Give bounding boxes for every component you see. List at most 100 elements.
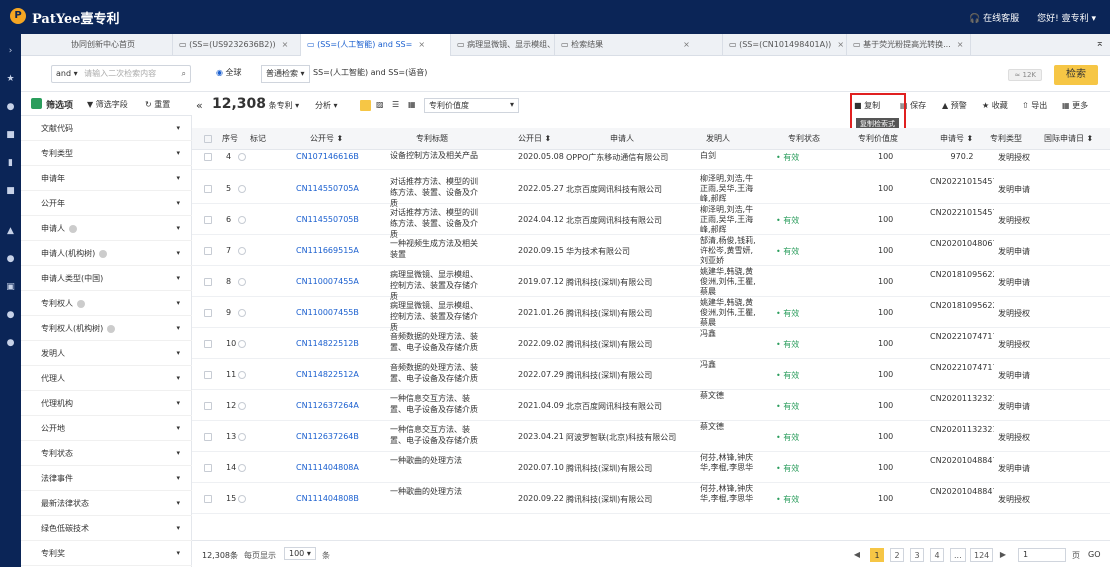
online-support-link[interactable]: 🎧 在线客服 <box>969 11 1019 24</box>
tab-results[interactable]: ▭ 检索结果 × <box>555 34 723 56</box>
grid-view-icon[interactable]: ▦ <box>408 100 416 109</box>
tab-search-3[interactable]: ▭ 病理显微镜、显示模组、× <box>451 34 555 56</box>
close-icon[interactable]: × <box>282 40 289 49</box>
list-view-icon[interactable] <box>360 100 371 111</box>
close-icon[interactable]: × <box>683 40 690 49</box>
chevron-down-icon[interactable]: ▾ <box>176 466 180 491</box>
export-button[interactable]: ⇧ 导出 <box>1022 100 1047 111</box>
scope-global[interactable]: ◉ 全球 <box>216 67 242 78</box>
sidebar-item[interactable]: 专利权人 ▾ <box>21 291 192 316</box>
row-checkbox[interactable] <box>204 464 212 472</box>
mark-icon[interactable] <box>238 309 246 317</box>
chevron-down-icon[interactable]: ▾ <box>176 166 180 191</box>
mark-icon[interactable] <box>238 216 246 224</box>
tab-search-1[interactable]: ▭ (SS=(US9232636B2)) × <box>173 34 301 56</box>
table-row[interactable]: 13 CN112637264B 一种信息交互方法、装置、电子设备及存储介质 2023.… <box>192 421 1110 452</box>
image-view-icon[interactable]: ▨ <box>376 100 384 109</box>
detail-view-icon[interactable]: ☰ <box>392 100 399 109</box>
help-icon[interactable] <box>107 324 116 333</box>
sidebar-item[interactable]: 专利权人(机构树) ▾ <box>21 316 192 341</box>
table-row[interactable]: 12 CN112637264A 一种信息交互方法、装置、电子设备及存储介质 2021.… <box>192 390 1110 421</box>
chevron-down-icon[interactable]: ▾ <box>176 391 180 416</box>
patent-title-link[interactable]: 一种视频生成方法及相关装置 <box>390 238 480 260</box>
page-3[interactable]: 3 <box>910 548 924 562</box>
patent-title-link[interactable]: 一种歌曲的处理方法 <box>390 455 480 466</box>
mark-icon[interactable] <box>238 433 246 441</box>
publication-number-link[interactable]: CN111404808B <box>296 494 359 503</box>
sidebar-item[interactable]: 法律事件 ▾ <box>21 466 192 491</box>
chevron-down-icon[interactable]: ▾ <box>176 316 180 341</box>
publication-number-link[interactable]: CN114822512B <box>296 339 359 348</box>
chevron-down-icon[interactable]: ▾ <box>176 216 180 241</box>
publication-number-link[interactable]: CN112637264A <box>296 401 359 410</box>
bell-icon[interactable]: ▲ <box>5 226 16 237</box>
col-pub-date[interactable]: 公开日 ⬍ <box>518 128 551 150</box>
filter-reset-button[interactable]: ↻ 重置 <box>145 99 170 110</box>
chevron-down-icon[interactable]: ▾ <box>176 366 180 391</box>
tab-overflow-icon[interactable]: ⌅ <box>1096 38 1104 49</box>
col-intl-date[interactable]: 国际申请日 ⬍ <box>1044 128 1093 150</box>
row-checkbox[interactable] <box>204 247 212 255</box>
select-all-checkbox[interactable] <box>204 135 212 143</box>
sidebar-item[interactable]: 专利状态 ▾ <box>21 441 192 466</box>
chevron-down-icon[interactable]: ▾ <box>176 541 180 566</box>
row-checkbox[interactable] <box>204 278 212 286</box>
mark-icon[interactable] <box>238 495 246 503</box>
page-4[interactable]: 4 <box>930 548 944 562</box>
publication-number-link[interactable]: CN107146616B <box>296 152 359 161</box>
mark-icon[interactable] <box>238 340 246 348</box>
collapse-icon[interactable]: « <box>196 99 203 112</box>
chevron-down-icon[interactable]: ▾ <box>176 441 180 466</box>
sidebar-item[interactable]: 专利类型 ▾ <box>21 141 192 166</box>
app-logo[interactable]: PatYee壹专利 <box>32 8 120 27</box>
secondary-search-input[interactable]: and ▾ 请输入二次检索内容 ⌕ <box>51 65 191 83</box>
publication-number-link[interactable]: CN114822512A <box>296 370 359 379</box>
mark-icon[interactable] <box>238 371 246 379</box>
sort-select[interactable]: 专利价值度 ▾ <box>424 98 519 113</box>
star-icon[interactable]: ★ <box>5 74 16 85</box>
lock-icon[interactable]: ■ <box>5 186 16 197</box>
patent-title-link[interactable]: 一种歌曲的处理方法 <box>390 486 480 497</box>
publication-number-link[interactable]: CN110007455A <box>296 277 359 286</box>
table-row[interactable]: 11 CN114822512A 音频数据的处理方法、装置、电子设备及存储介质 2022… <box>192 359 1110 390</box>
table-row[interactable]: 15 CN111404808B 一种歌曲的处理方法 2020.09.22 腾讯科技(深圳… <box>192 483 1110 514</box>
sidebar-item[interactable]: 代理人 ▾ <box>21 366 192 391</box>
table-row[interactable]: 10 CN114822512B 音频数据的处理方法、装置、电子设备及存储介质 2022… <box>192 328 1110 359</box>
tag-icon[interactable]: ■ <box>5 130 16 141</box>
publication-number-link[interactable]: CN112637264B <box>296 432 359 441</box>
mark-icon[interactable] <box>238 402 246 410</box>
alert-button[interactable]: ▲ 预警 <box>942 100 967 111</box>
mark-icon[interactable] <box>238 247 246 255</box>
row-checkbox[interactable] <box>204 402 212 410</box>
sidebar-item[interactable]: 申请人(机构树) ▾ <box>21 241 192 266</box>
mark-icon[interactable] <box>238 153 246 161</box>
chevron-down-icon[interactable]: ▾ <box>176 516 180 541</box>
target-icon[interactable]: ● <box>5 102 16 113</box>
next-page-icon[interactable]: ▶ <box>996 548 1010 562</box>
publication-number-link[interactable]: CN111404808A <box>296 463 359 472</box>
tab-search-6[interactable]: ▭ 基于荧光粉提高光转换... × <box>847 34 971 56</box>
mark-icon[interactable] <box>238 464 246 472</box>
page-ellipsis[interactable]: ... <box>950 548 966 562</box>
patent-title-link[interactable]: 音频数据的处理方法、装置、电子设备及存储介质 <box>390 331 480 353</box>
sidebar-item[interactable]: 公开年 ▾ <box>21 191 192 216</box>
user-menu[interactable]: 您好! 壹专利 ▾ <box>1037 11 1096 24</box>
chevron-down-icon[interactable]: ▾ <box>176 491 180 516</box>
mark-icon[interactable] <box>238 278 246 286</box>
expand-icon[interactable]: › <box>5 46 16 57</box>
table-row[interactable]: 9 CN110007455B 病理显微镜、显示模组、控制方法、装置及存储介质 2021… <box>192 297 1110 332</box>
page-2[interactable]: 2 <box>890 548 904 562</box>
patent-title-link[interactable]: 一种信息交互方法、装置、电子设备及存储介质 <box>390 393 480 415</box>
sidebar-item[interactable]: 申请人类型(中国) ▾ <box>21 266 192 291</box>
search-type-select[interactable]: 普通检索 ▾ <box>261 65 310 83</box>
sidebar-item[interactable]: 最新法律状态 ▾ <box>21 491 192 516</box>
row-checkbox[interactable] <box>204 153 212 161</box>
table-row[interactable]: 5 CN114550705A 对话推荐方法、模型的训练方法、装置、设备及介质 2022… <box>192 173 1110 208</box>
close-icon[interactable]: × <box>837 40 844 49</box>
go-button[interactable]: GO <box>1088 550 1101 559</box>
patent-title-link[interactable]: 设备控制方法及相关产品 <box>390 150 480 161</box>
patent-title-link[interactable]: 音频数据的处理方法、装置、电子设备及存储介质 <box>390 362 480 384</box>
sidebar-item[interactable]: 申请人 ▾ <box>21 216 192 241</box>
sidebar-item[interactable]: 文献代码 ▾ <box>21 116 192 141</box>
mark-icon[interactable] <box>238 185 246 193</box>
